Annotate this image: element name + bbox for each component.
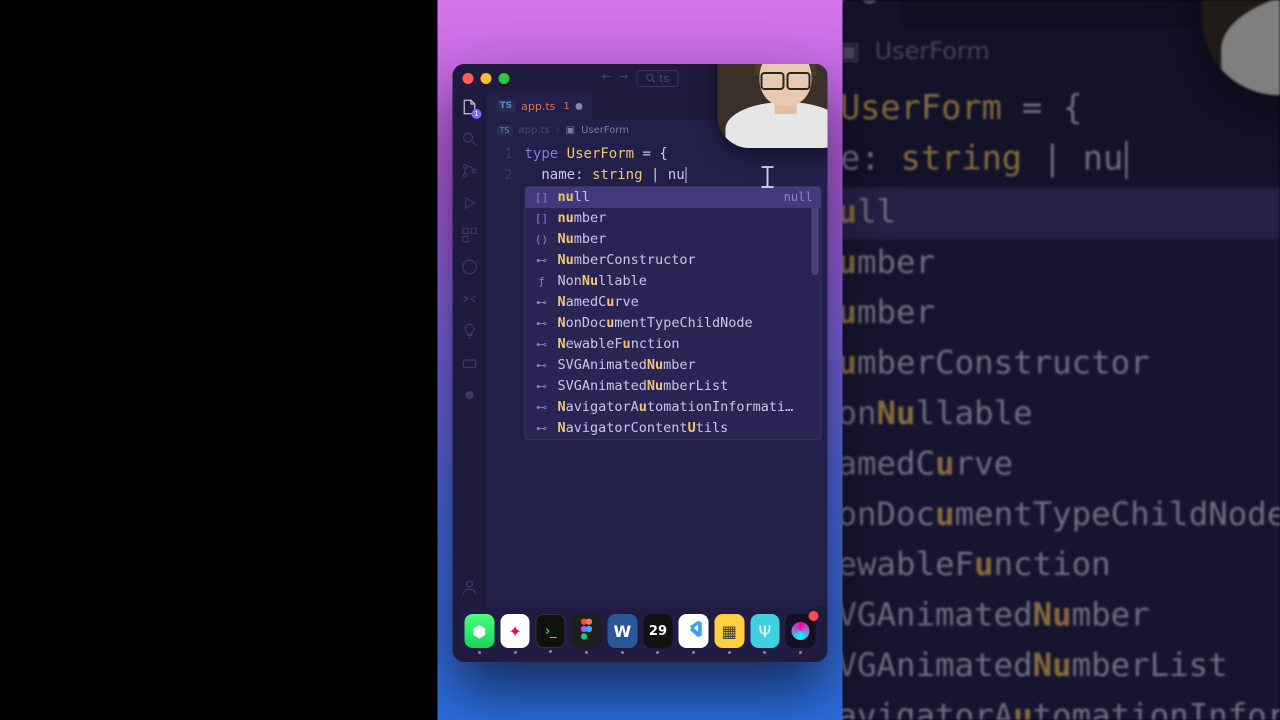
figma-icon — [579, 618, 595, 644]
fork-icon: Ψ — [759, 622, 772, 641]
suggest-item[interactable]: 3[]nullnull — [526, 187, 821, 208]
text-cursor — [1126, 141, 1128, 179]
suggest-item[interactable]: 11⊷SVGAnimatedNumber — [526, 355, 821, 376]
calendar-icon: 29 — [649, 624, 667, 639]
symbol-kind-icon: ⊷ — [534, 292, 550, 313]
symbol-kind-icon: [] — [534, 208, 550, 229]
tab-filename: app.ts — [521, 100, 555, 113]
terminal-icon: ›_ — [545, 624, 557, 639]
activity-bar: 1 — [453, 92, 487, 606]
dock-app-terminal[interactable]: ›_ — [536, 614, 566, 648]
webcam-bubble — [718, 64, 828, 148]
explorer-badge: 1 — [472, 109, 482, 119]
crumb-symbol: UserForm — [581, 125, 629, 136]
command-center-search[interactable]: ts — [636, 70, 678, 87]
symbol-kind-icon: ⊷ — [534, 250, 550, 271]
vscode-icon — [683, 618, 705, 644]
symbol-kind-icon: ⊷ — [534, 313, 550, 334]
line-number: 9 — [525, 313, 534, 334]
line-number: 8 — [525, 292, 534, 313]
line-number: 3 — [525, 187, 534, 208]
symbol-kind-icon: ⊷ — [534, 418, 550, 439]
line-number: 6 — [525, 250, 534, 271]
minimize-window-button[interactable] — [481, 73, 492, 84]
line-number: 7 — [525, 271, 534, 292]
run-debug-icon[interactable] — [461, 194, 479, 212]
line-number: 4 — [525, 208, 534, 229]
github-icon[interactable] — [461, 258, 479, 276]
dock-app-arc[interactable]: ✦ — [500, 614, 530, 648]
dock-app-1[interactable]: ⬢ — [465, 614, 495, 648]
vscode-window: ← → ts 1 — [453, 64, 828, 662]
typescript-file-icon: TS — [497, 100, 516, 112]
zoom-window-button[interactable] — [499, 73, 510, 84]
source-control-icon[interactable] — [461, 162, 479, 180]
suggest-item[interactable]: 8⊷NamedCurve — [526, 292, 821, 313]
code-editor[interactable]: 1 type UserForm = { 2 name: string | nu … — [487, 140, 828, 606]
dock-app-calendar[interactable]: 29 — [643, 614, 673, 648]
unsaved-dot-icon — [862, 0, 879, 3]
macos-dock: ⬢ ✦ ›_ W 29 ▦ Ψ — [459, 606, 822, 656]
symbol-kind-icon: ⊷ — [534, 334, 550, 355]
symbol-kind-icon: ƒ — [534, 271, 550, 292]
extensions-icon[interactable] — [461, 226, 479, 244]
explorer-icon[interactable]: 1 — [461, 98, 479, 116]
line-number: 10 — [525, 334, 534, 355]
line-number: 11 — [525, 355, 534, 376]
dock-app-vscode[interactable] — [679, 614, 709, 648]
arc-icon: ✦ — [508, 622, 521, 641]
symbol-kind-icon: ⊷ — [534, 397, 550, 418]
suggest-item[interactable]: ⊷NavigatorAutomationInformati… — [526, 397, 821, 418]
line-number: 2 — [487, 165, 525, 186]
shield-icon: ⬢ — [472, 622, 486, 641]
dock-app-8[interactable]: ▦ — [714, 614, 744, 648]
activity-dot-icon[interactable] — [461, 386, 479, 404]
dock-app-word[interactable]: W — [607, 614, 637, 648]
crumb-symbol: UserForm — [875, 39, 990, 65]
search-sidebar-icon[interactable] — [461, 130, 479, 148]
search-placeholder: ts — [659, 72, 669, 85]
typescript-file-icon: TS — [497, 125, 513, 136]
search-icon — [645, 73, 655, 83]
app-icon: ▦ — [722, 622, 737, 641]
intellisense-popup: 3[]nullnull4[]number5()Number6⊷NumberCon… — [525, 186, 822, 440]
nav-forward-button[interactable]: → — [619, 70, 628, 87]
suggest-item[interactable]: 6⊷NumberConstructor — [526, 250, 821, 271]
unsaved-dot-icon — [576, 103, 583, 110]
suggest-item[interactable]: 10⊷NewableFunction — [526, 334, 821, 355]
nav-back-button[interactable]: ← — [602, 70, 611, 87]
suggest-item[interactable]: 7ƒNonNullable — [526, 271, 821, 292]
close-window-button[interactable] — [463, 73, 474, 84]
ring-icon — [792, 622, 810, 640]
notification-badge — [808, 611, 818, 621]
remote-icon[interactable] — [461, 290, 479, 308]
symbol-kind-icon: [] — [534, 187, 550, 208]
word-icon: W — [613, 622, 631, 641]
dock-app-fork[interactable]: Ψ — [750, 614, 780, 648]
chevron-right-icon: › — [556, 125, 560, 136]
suggest-item[interactable]: ⊷SVGAnimatedNumberList — [526, 376, 821, 397]
crumb-file: app.ts — [518, 125, 549, 136]
traffic-lights — [463, 73, 510, 84]
suggest-item[interactable]: 9⊷NonDocumentTypeChildNode — [526, 313, 821, 334]
symbol-kind-icon: ⊷ — [534, 376, 550, 397]
line-number: 1 — [487, 144, 525, 165]
symbol-kind-icon: () — [534, 229, 550, 250]
account-icon[interactable] — [461, 578, 479, 596]
suggest-item[interactable]: ⊷NavigatorContentUtils — [526, 418, 821, 439]
lightbulb-icon[interactable] — [461, 322, 479, 340]
line-number: 5 — [525, 229, 534, 250]
tab-problem-count: 1 — [563, 101, 569, 112]
text-cursor — [686, 167, 687, 183]
symbol-kind-icon: ⊷ — [534, 355, 550, 376]
editor-group: TS app.ts 1 TS app.ts › ▣ UserForm 1 typ… — [487, 92, 828, 606]
suggest-item[interactable]: 5()Number — [526, 229, 821, 250]
activity-extra-icon[interactable] — [461, 354, 479, 372]
symbol-icon: ▣ — [566, 125, 575, 136]
suggest-item[interactable]: 4[]number — [526, 208, 821, 229]
dock-app-10[interactable] — [786, 614, 816, 648]
tab-app-ts[interactable]: TS app.ts 1 — [487, 92, 593, 120]
dock-app-figma[interactable] — [572, 614, 602, 648]
suggest-detail: null — [784, 187, 813, 208]
